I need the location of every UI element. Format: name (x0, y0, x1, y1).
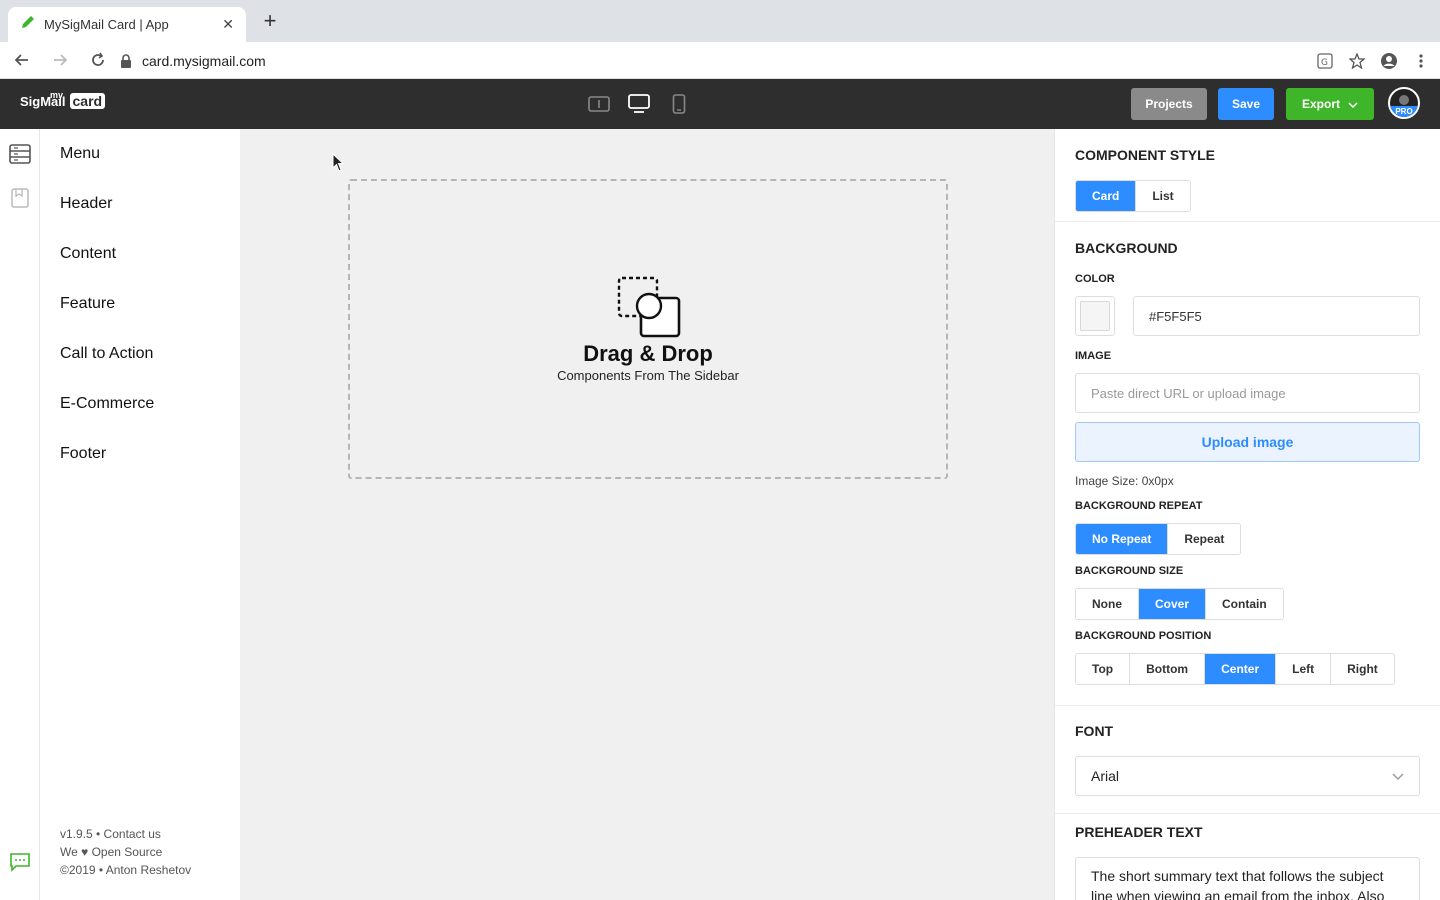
repeat-label: BACKGROUND REPEAT (1075, 500, 1203, 512)
left-rail (0, 129, 40, 900)
color-label: COLOR (1075, 273, 1115, 285)
image-label: IMAGE (1075, 350, 1112, 362)
editor-canvas: Drag & Drop Components From The Sidebar (240, 129, 1054, 900)
url-text: card.mysigmail.com (142, 52, 266, 69)
more-icon[interactable] (1412, 52, 1430, 70)
drop-zone-title: Drag & Drop (583, 341, 713, 366)
color-input[interactable] (1133, 296, 1420, 336)
sidebar-item-feature[interactable]: Feature (60, 295, 115, 313)
open-source-line[interactable]: We ♥ Open Source (60, 843, 191, 861)
font-value: Arial (1091, 768, 1120, 784)
chat-icon[interactable] (9, 851, 31, 873)
repeat-toggle: No Repeat Repeat (1075, 523, 1242, 555)
font-select[interactable]: Arial (1075, 756, 1420, 796)
position-bottom-button[interactable]: Bottom (1130, 654, 1206, 684)
upload-image-button[interactable]: Upload image (1075, 422, 1420, 462)
profile-icon[interactable] (1380, 52, 1398, 70)
chevron-down-icon (1348, 97, 1358, 111)
mobile-view-icon[interactable] (668, 93, 690, 115)
no-repeat-button[interactable]: No Repeat (1076, 524, 1169, 554)
size-none-button[interactable]: None (1076, 589, 1139, 619)
position-left-button[interactable]: Left (1276, 654, 1332, 684)
app-header: my SigMail card Projects Save Export PRO (0, 79, 1440, 129)
pro-badge: PRO (1390, 106, 1418, 117)
sidebar-footer: v1.9.5 • Contact us We ♥ Open Source ©20… (60, 825, 191, 879)
component-sidebar: Menu Header Content Feature Call to Acti… (40, 129, 240, 900)
sidebar-item-header[interactable]: Header (60, 195, 112, 213)
position-toggle: Top Bottom Center Left Right (1075, 653, 1395, 685)
export-button[interactable]: Export (1286, 88, 1374, 120)
desktop-view-icon[interactable] (628, 93, 650, 115)
divider (1055, 813, 1440, 814)
close-icon[interactable]: ✕ (222, 16, 234, 33)
tab-title: MySigMail Card | App (44, 17, 169, 32)
star-icon[interactable] (1348, 52, 1366, 70)
position-label: BACKGROUND POSITION (1075, 630, 1212, 642)
size-contain-button[interactable]: Contain (1206, 589, 1283, 619)
drop-zone[interactable]: Drag & Drop Components From The Sidebar (348, 179, 948, 479)
divider (1055, 221, 1440, 222)
pencil-icon (20, 14, 36, 35)
view-switcher (588, 93, 690, 115)
sidebar-item-call-to-action[interactable]: Call to Action (60, 345, 153, 363)
version-line[interactable]: v1.9.5 • Contact us (60, 825, 191, 843)
back-icon[interactable] (6, 46, 38, 74)
sidebar-item-footer[interactable]: Footer (60, 445, 106, 463)
size-toggle: None Cover Contain (1075, 588, 1284, 620)
preheader-textarea[interactable]: The short summary text that follows the … (1075, 857, 1420, 900)
browser-tab[interactable]: MySigMail Card | App ✕ (8, 7, 246, 42)
preheader-title: PREHEADER TEXT (1075, 824, 1203, 840)
components-icon[interactable] (9, 143, 31, 165)
copyright-line[interactable]: ©2019 • Anton Reshetov (60, 861, 191, 879)
position-top-button[interactable]: Top (1076, 654, 1131, 684)
app-logo[interactable]: my SigMail card (20, 90, 106, 109)
projects-button[interactable]: Projects (1131, 88, 1207, 120)
background-title: BACKGROUND (1075, 240, 1178, 256)
component-style-title: COMPONENT STYLE (1075, 147, 1216, 163)
cursor-icon (332, 152, 346, 173)
image-size-text: Image Size: 0x0px (1075, 474, 1174, 488)
split-view-icon[interactable] (588, 93, 610, 115)
translate-icon[interactable]: G (1316, 52, 1334, 70)
style-card-button[interactable]: Card (1076, 181, 1137, 211)
sidebar-item-e-commerce[interactable]: E-Commerce (60, 395, 154, 413)
forward-icon[interactable] (44, 46, 76, 74)
size-cover-button[interactable]: Cover (1139, 589, 1207, 619)
avatar[interactable]: PRO (1388, 87, 1420, 119)
image-url-input[interactable] (1075, 373, 1420, 413)
svg-text:G: G (1321, 58, 1328, 68)
color-swatch[interactable] (1075, 296, 1115, 336)
sidebar-item-content[interactable]: Content (60, 245, 116, 263)
size-label: BACKGROUND SIZE (1075, 565, 1184, 577)
browser-tabbar: MySigMail Card | App ✕ + (0, 0, 1440, 42)
chevron-down-icon (1392, 768, 1404, 784)
new-tab-button[interactable]: + (258, 10, 282, 34)
style-list-button[interactable]: List (1136, 181, 1190, 211)
repeat-button[interactable]: Repeat (1168, 524, 1241, 554)
position-center-button[interactable]: Center (1205, 654, 1277, 684)
settings-panel: COMPONENT STYLE Card List BACKGROUND COL… (1054, 129, 1440, 900)
bookmark-icon[interactable] (9, 187, 31, 209)
browser-toolbar: card.mysigmail.com G (0, 42, 1440, 79)
lock-icon (120, 53, 134, 68)
drag-drop-icon (616, 275, 682, 341)
sidebar-item-menu[interactable]: Menu (60, 145, 100, 163)
font-title: FONT (1075, 723, 1114, 739)
address-bar[interactable]: card.mysigmail.com G (108, 46, 1440, 75)
divider (1055, 705, 1440, 706)
component-style-toggle: Card List (1075, 180, 1191, 212)
drop-zone-subtitle: Components From The Sidebar (557, 368, 739, 383)
position-right-button[interactable]: Right (1331, 654, 1394, 684)
save-button[interactable]: Save (1218, 88, 1274, 120)
